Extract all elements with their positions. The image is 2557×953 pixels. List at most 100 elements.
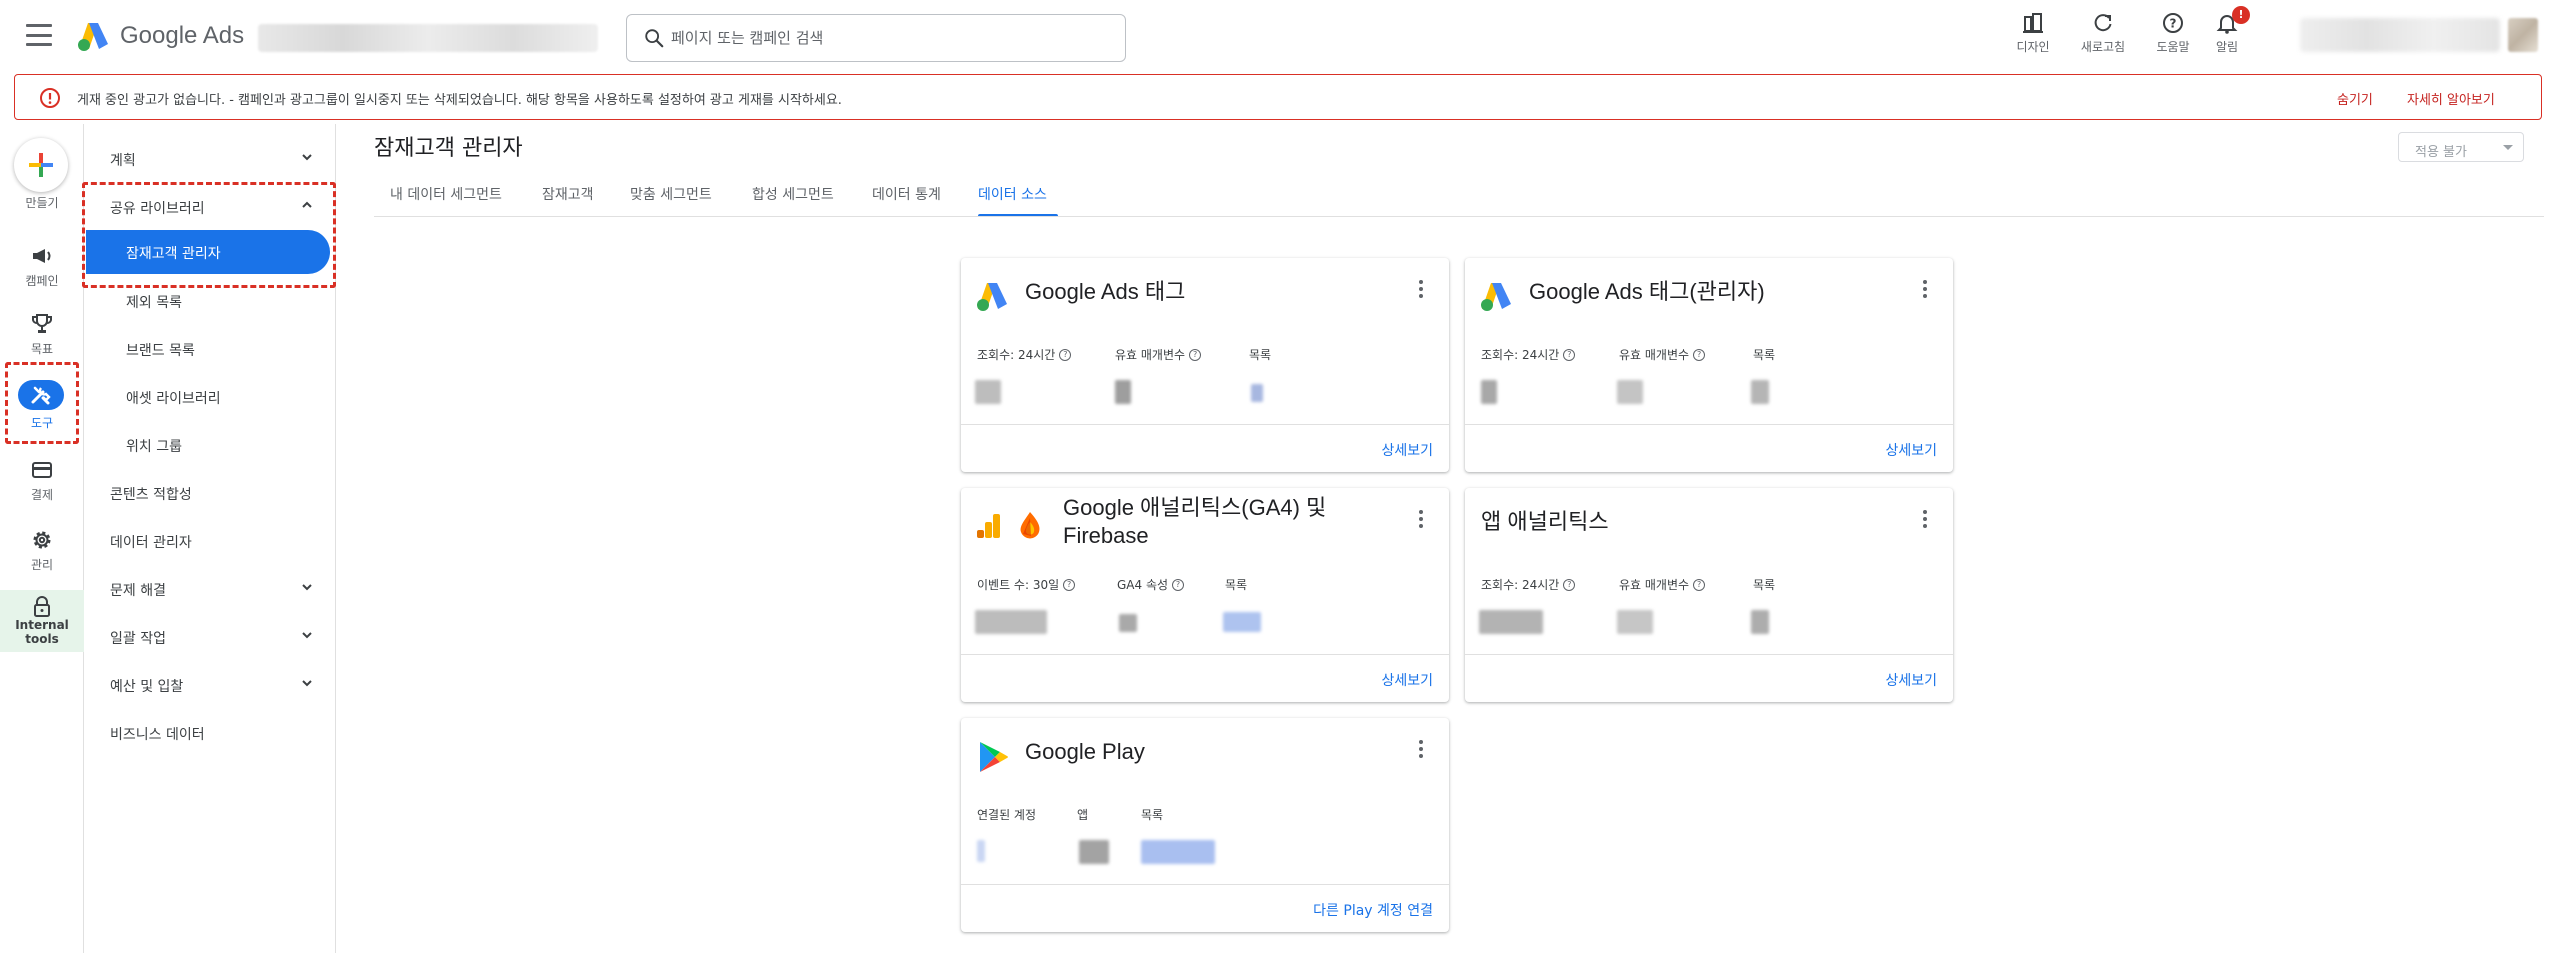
nav-item-bulk-actions[interactable]: 일괄 작업 (86, 614, 336, 658)
card-title: Google 애널리틱스(GA4) 및 Firebase (1063, 495, 1327, 548)
card-app-analytics: 앱 애널리틱스 조회수: 24시간? 유효 매개변수? 목록 상세보기 (1465, 488, 1953, 702)
help-icon[interactable]: ? (1693, 578, 1706, 591)
plus-icon (29, 153, 53, 177)
google-play-icon (980, 742, 1008, 772)
redacted-value (1617, 380, 1643, 404)
rail-item-campaigns[interactable]: 캠페인 (0, 244, 84, 310)
nav-item-troubleshooting[interactable]: 문제 해결 (86, 566, 336, 610)
firebase-icon (1020, 512, 1040, 539)
analytics-icon (977, 514, 1000, 538)
top-bar: Google Ads 디자인 새로고침 ? 도움말 알림 ! (0, 0, 2557, 72)
design-button[interactable]: 디자인 (1998, 12, 2068, 55)
refresh-button[interactable]: 새로고침 (2068, 12, 2138, 55)
more-vert-icon[interactable] (1419, 280, 1423, 298)
help-icon[interactable]: ? (1172, 578, 1185, 591)
google-ads-logo-icon (977, 283, 1007, 311)
avatar[interactable] (2508, 18, 2538, 52)
tools-highlight (5, 362, 79, 444)
search-input[interactable] (671, 23, 1111, 53)
card-title: 앱 애널리틱스 (1481, 509, 1609, 534)
nav-item-brand-lists[interactable]: 브랜드 목록 (86, 326, 336, 370)
page-title: 잠재고객 관리자 (374, 136, 523, 161)
rail-item-internal-tools[interactable]: Internal tools (0, 590, 84, 652)
error-icon (40, 88, 60, 108)
card-title: Google Play (1025, 739, 1145, 764)
metric-views: 조회수: 24시간? (977, 346, 1072, 363)
metric-valid-params: 유효 매개변수? (1115, 346, 1202, 363)
banner-learn-more-link[interactable]: 자세히 알아보기 (2407, 89, 2495, 108)
nav-item-content-suitability[interactable]: 콘텐츠 적합성 (86, 470, 336, 514)
tab-combined-segments[interactable]: 합성 세그먼트 (752, 184, 834, 204)
link-another-play-account-link[interactable]: 다른 Play 계정 연결 (1313, 900, 1433, 920)
rail-item-billing[interactable]: 결제 (0, 458, 84, 524)
chevron-down-icon (302, 154, 312, 161)
card-title: Google Ads 태그(관리자) (1529, 279, 1765, 304)
card-ga4-firebase: Google 애널리틱스(GA4) 및 Firebase 이벤트 수: 30일? … (961, 488, 1449, 702)
view-details-link[interactable]: 상세보기 (1885, 440, 1937, 460)
search-box[interactable] (626, 14, 1126, 62)
view-details-link[interactable]: 상세보기 (1381, 670, 1433, 690)
tab-data-sources[interactable]: 데이터 소스 (978, 184, 1047, 204)
tab-my-data-segments[interactable]: 내 데이터 세그먼트 (390, 184, 502, 204)
notifications-button[interactable]: 알림 ! (2192, 6, 2262, 55)
caret-down-icon (2503, 145, 2513, 150)
tab-audiences[interactable]: 잠재고객 (542, 184, 594, 204)
more-vert-icon[interactable] (1923, 280, 1927, 298)
tab-data-insights[interactable]: 데이터 통계 (872, 184, 941, 204)
more-vert-icon[interactable] (1923, 510, 1927, 528)
no-ads-running-banner: 게재 중인 광고가 없습니다. - 캠페인과 광고그룹이 일시중지 또는 삭제되… (14, 74, 2542, 120)
redacted-value (977, 840, 985, 862)
account-name-redacted[interactable] (258, 24, 598, 52)
apply-dropdown[interactable]: 적용 불가 (2398, 132, 2524, 162)
menu-icon[interactable] (26, 24, 52, 46)
metric-views: 조회수: 24시간? (1481, 346, 1576, 363)
help-icon[interactable]: ? (1563, 348, 1576, 361)
view-details-link[interactable]: 상세보기 (1885, 670, 1937, 690)
more-vert-icon[interactable] (1419, 740, 1423, 758)
tab-custom-segments[interactable]: 맞춤 세그먼트 (630, 184, 712, 204)
product-name: Google Ads (120, 22, 245, 49)
nav-item-planning[interactable]: 계획 (86, 136, 336, 180)
card-title: Google Ads 태그 (1025, 279, 1186, 304)
help-icon[interactable]: ? (1563, 578, 1576, 591)
help-icon[interactable]: ? (1693, 348, 1706, 361)
nav-item-data-manager[interactable]: 데이터 관리자 (86, 518, 336, 562)
svg-text:?: ? (2170, 17, 2177, 31)
redacted-value (975, 380, 1001, 404)
card-google-ads-tag-manager: Google Ads 태그(관리자) 조회수: 24시간? 유효 매개변수? 목… (1465, 258, 1953, 472)
metric-valid-params: 유효 매개변수? (1619, 576, 1706, 593)
shared-library-highlight (82, 182, 336, 288)
metric-lists: 목록 (1225, 578, 1248, 592)
view-details-link[interactable]: 상세보기 (1381, 440, 1433, 460)
google-ads-logo-icon[interactable] (76, 20, 110, 52)
nav-item-budgets-bidding[interactable]: 예산 및 입찰 (86, 662, 336, 706)
lock-icon (34, 596, 50, 617)
redacted-value (1115, 380, 1131, 404)
redacted-value (1223, 612, 1261, 632)
more-vert-icon[interactable] (1419, 510, 1423, 528)
create-button[interactable] (14, 138, 68, 192)
megaphone-icon (33, 249, 51, 263)
help-icon[interactable]: ? (1059, 348, 1072, 361)
metric-lists: 목록 (1249, 348, 1272, 362)
metric-linked-accounts: 연결된 계정 (977, 808, 1037, 822)
user-info-redacted[interactable] (2300, 18, 2500, 52)
banner-hide-link[interactable]: 숨기기 (2337, 89, 2373, 108)
nav-item-business-data[interactable]: 비즈니스 데이터 (86, 710, 336, 754)
left-rail: 만들기 캠페인 목표 도구 결제 관리 Internal tools (0, 124, 84, 953)
redacted-value (1141, 840, 1215, 864)
create-label: 만들기 (25, 196, 59, 210)
metric-apps: 앱 (1077, 808, 1089, 822)
notification-badge: ! (2232, 6, 2250, 24)
rail-item-admin[interactable]: 관리 (0, 528, 84, 594)
nav-item-location-groups[interactable]: 위치 그룹 (86, 422, 336, 466)
chevron-down-icon (302, 680, 312, 687)
nav-item-asset-library[interactable]: 애셋 라이브러리 (86, 374, 336, 418)
redacted-value (1079, 840, 1109, 864)
help-icon[interactable]: ? (1189, 348, 1202, 361)
google-ads-logo-icon (1481, 283, 1511, 311)
redacted-value (1479, 610, 1543, 634)
metric-lists: 목록 (1753, 578, 1776, 592)
redacted-value (1119, 614, 1137, 632)
help-icon[interactable]: ? (1063, 578, 1076, 591)
